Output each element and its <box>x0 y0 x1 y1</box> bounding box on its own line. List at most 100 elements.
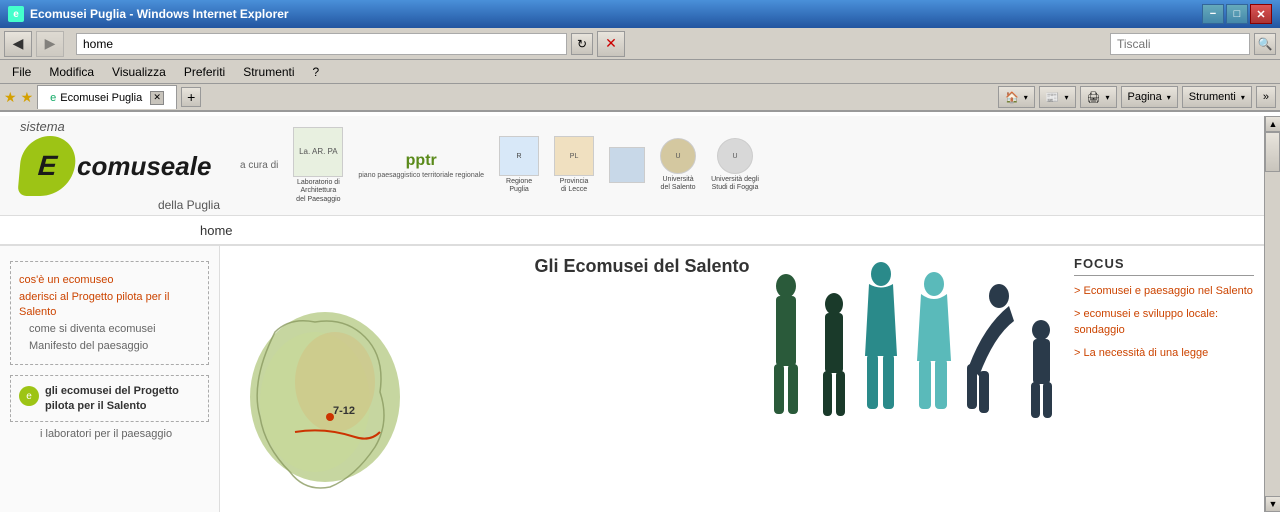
silhouette-5 <box>964 276 1019 426</box>
sidebar-box-ecomusei: e gli ecomusei del Progetto pilota per i… <box>10 375 209 422</box>
ie-icon: e <box>8 6 24 22</box>
site-header: sistema E comuseale della Puglia a cura … <box>0 116 1264 216</box>
silhouette-1 <box>764 266 809 426</box>
menu-strumenti[interactable]: Strumenti <box>235 63 302 81</box>
feeds-button[interactable]: 📰▾ <box>1039 86 1076 108</box>
search-input[interactable] <box>1110 33 1250 55</box>
pptr-sponsor: pptr piano paesaggistico territoriale re… <box>358 152 484 179</box>
header-sponsors: a cura di La. AR. PA Laboratorio diArchi… <box>240 127 1244 204</box>
nav-home[interactable]: home <box>200 223 233 238</box>
site-main: cos'è un ecomuseo aderisci al Progetto p… <box>0 246 1264 512</box>
content-area: sistema E comuseale della Puglia a cura … <box>0 116 1264 512</box>
focus-title: FOCUS <box>1074 256 1254 276</box>
address-input[interactable] <box>76 33 567 55</box>
refresh-button[interactable]: ↻ <box>571 33 593 55</box>
silhouette-3 <box>859 256 904 426</box>
website: sistema E comuseale della Puglia a cura … <box>0 116 1264 512</box>
site-nav: home <box>0 216 1264 246</box>
vertical-scrollbar: ▲ ▼ <box>1264 116 1280 512</box>
home-button[interactable]: 🏠▾ <box>998 86 1035 108</box>
logo-sistema: sistema <box>20 119 65 134</box>
tab-label: Ecomusei Puglia <box>60 92 142 104</box>
page-button[interactable]: Pagina▾ <box>1121 86 1178 108</box>
site-sidebar: cos'è un ecomuseo aderisci al Progetto p… <box>0 246 220 512</box>
silhouette-4 <box>909 266 959 426</box>
uni-foggia-label: Università degliStudi di Foggia <box>711 176 759 193</box>
favorites-bar: ★ ★ e Ecomusei Puglia ✕ + 🏠▾ 📰▾ 🖨▾ Pagin… <box>0 84 1280 112</box>
laArPa-label: La. AR. PA <box>299 147 338 157</box>
svg-text:7-12: 7-12 <box>333 405 355 417</box>
silhouette-6 <box>1024 316 1059 426</box>
sidebar-link-manifesto[interactable]: Manifesto del paesaggio <box>19 339 200 353</box>
uni-salento-label: Universitàdel Salento <box>661 176 696 193</box>
close-button[interactable]: ✕ <box>1250 4 1272 24</box>
menu-file[interactable]: File <box>4 63 39 81</box>
provincia-lecce-label: Provinciadi Lecce <box>560 178 589 195</box>
silhouettes-group <box>764 246 1059 426</box>
logo-della-puglia: della Puglia <box>20 198 220 212</box>
sidebar-link-cose[interactable]: cos'è un ecomuseo <box>19 273 200 287</box>
tools-button[interactable]: Strumenti▾ <box>1182 86 1252 108</box>
site-right-panel: FOCUS Ecomusei e paesaggio nel Salento e… <box>1064 246 1264 512</box>
new-tab-button[interactable]: + <box>181 87 201 107</box>
laArPa-sponsor: La. AR. PA Laboratorio diArchitetturadel… <box>293 127 343 204</box>
window-title: Ecomusei Puglia - Windows Internet Explo… <box>30 7 289 21</box>
maximize-button[interactable]: □ <box>1226 4 1248 24</box>
logo-comuseale: comuseale <box>77 151 211 182</box>
laArPa-sublabel: Laboratorio diArchitetturadel Paesaggio <box>296 179 340 204</box>
focus-link-2[interactable]: ecomusei e sviluppo locale: sondaggio <box>1074 307 1254 338</box>
focus-link-1[interactable]: Ecomusei e paesaggio nel Salento <box>1074 284 1254 299</box>
scroll-thumb[interactable] <box>1265 132 1280 172</box>
sidebar-link-diventa[interactable]: come si diventa ecomusei <box>19 322 200 336</box>
map-area: 7-12 <box>235 302 435 502</box>
menu-visualizza[interactable]: Visualizza <box>104 63 174 81</box>
sidebar-ecomusei-icon: e <box>19 386 39 406</box>
back-button[interactable]: ◀ <box>4 31 32 57</box>
browser-tab-ecomusei[interactable]: e Ecomusei Puglia ✕ <box>37 85 177 109</box>
logo-e-circle: E <box>17 136 77 196</box>
menu-preferiti[interactable]: Preferiti <box>176 63 233 81</box>
provincia-lecce-logo: PL <box>554 136 594 176</box>
scroll-track[interactable] <box>1265 132 1280 496</box>
print-button[interactable]: 🖨▾ <box>1080 86 1117 108</box>
forward-button[interactable]: ▶ <box>36 31 64 57</box>
laArPa-logo-img: La. AR. PA <box>293 127 343 177</box>
stop-button[interactable]: ✕ <box>597 31 625 57</box>
provincia-lecce-sponsor: PL Provinciadi Lecce <box>554 136 594 195</box>
menu-help[interactable]: ? <box>305 63 328 81</box>
salento-map: 7-12 <box>235 302 430 497</box>
tab-close-button[interactable]: ✕ <box>150 91 164 105</box>
msaf-sponsor <box>609 147 645 183</box>
search-button[interactable]: 🔍 <box>1254 33 1276 55</box>
a-cura-di-label: a cura di <box>240 160 278 171</box>
minimize-button[interactable]: − <box>1202 4 1224 24</box>
scroll-down-button[interactable]: ▼ <box>1265 496 1280 512</box>
msaf-logo <box>609 147 645 183</box>
window-controls: − □ ✕ <box>1202 4 1272 24</box>
title-bar: e Ecomusei Puglia - Windows Internet Exp… <box>0 0 1280 28</box>
add-favorites-star[interactable]: ★ <box>4 89 17 106</box>
toolbar-right: 🏠▾ 📰▾ 🖨▾ Pagina▾ Strumenti▾ » <box>998 86 1276 108</box>
sidebar-ecomusei-label: gli ecomusei del Progetto pilota per il … <box>45 384 200 413</box>
scroll-up-button[interactable]: ▲ <box>1265 116 1280 132</box>
sidebar-link-aderisci[interactable]: aderisci al Progetto pilota per il Salen… <box>19 290 200 319</box>
pptr-sublabel: piano paesaggistico territoriale regiona… <box>358 172 484 179</box>
uni-foggia-logo: U <box>717 138 753 174</box>
sidebar-link-laboratori[interactable]: i laboratori per il paesaggio <box>10 427 209 441</box>
regione-puglia-label: RegionePuglia <box>506 178 532 195</box>
menu-bar: File Modifica Visualizza Preferiti Strum… <box>0 60 1280 84</box>
focus-link-3[interactable]: La necessità di una legge <box>1074 346 1254 361</box>
logo-eco: E comuseale <box>20 136 211 196</box>
uni-salento-sponsor: U Universitàdel Salento <box>660 138 696 193</box>
uni-salento-logo: U <box>660 138 696 174</box>
favorites-center[interactable]: ★ <box>21 89 34 106</box>
silhouette-2 <box>814 286 854 426</box>
address-bar: ◀ ▶ ↻ ✕ 🔍 <box>0 28 1280 60</box>
regione-puglia-sponsor: R RegionePuglia <box>499 136 539 195</box>
expand-button[interactable]: » <box>1256 86 1276 108</box>
menu-modifica[interactable]: Modifica <box>41 63 102 81</box>
sidebar-box-links: cos'è un ecomuseo aderisci al Progetto p… <box>10 261 209 365</box>
regione-puglia-logo: R <box>499 136 539 176</box>
site-content: Gli Ecomusei del Salento <box>220 246 1064 512</box>
uni-foggia-sponsor: U Università degliStudi di Foggia <box>711 138 759 193</box>
